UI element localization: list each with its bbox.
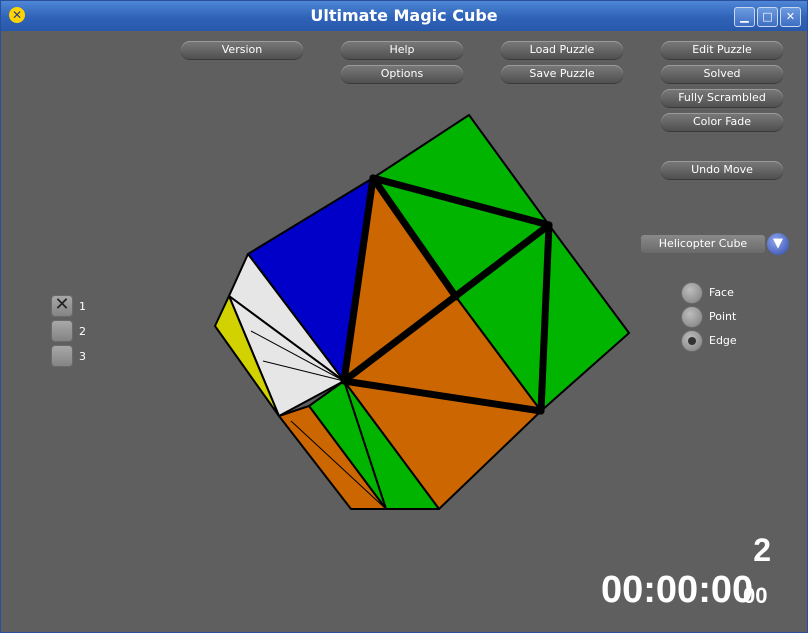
options-button[interactable]: Options (341, 65, 463, 83)
color-fade-button[interactable]: Color Fade (661, 113, 783, 131)
timer-hundredths: 00 (743, 583, 768, 608)
radio-point[interactable] (681, 306, 703, 328)
dropdown-arrow-icon[interactable]: ▼ (767, 233, 789, 255)
app-window: ✕ Ultimate Magic Cube ▁ □ ✕ Version Help… (0, 0, 808, 633)
help-button[interactable]: Help (341, 41, 463, 59)
layer-3-checkbox[interactable] (51, 345, 73, 367)
radio-edge-label: Edge (709, 334, 737, 347)
layer-2-checkbox[interactable] (51, 320, 73, 342)
load-puzzle-button[interactable]: Load Puzzle (501, 41, 623, 59)
puzzle-facet (540, 224, 630, 412)
radio-point-label: Point (709, 310, 737, 323)
check-mark-icon: ✕ (54, 294, 70, 315)
solved-button[interactable]: Solved (661, 65, 783, 83)
move-count: 2 (753, 532, 771, 568)
version-button[interactable]: Version (181, 41, 303, 59)
edit-puzzle-button[interactable]: Edit Puzzle (661, 41, 783, 59)
undo-move-button[interactable]: Undo Move (661, 161, 783, 179)
layer-1-checkbox[interactable]: ✕ (51, 294, 73, 317)
radio-edge[interactable] (681, 330, 703, 352)
fully-scrambled-button[interactable]: Fully Scrambled (661, 89, 783, 107)
layer-3-label: 3 (79, 350, 86, 363)
layer-1-label: 1 (79, 300, 86, 313)
puzzle-select[interactable]: Helicopter Cube (641, 235, 765, 253)
timer: 00:00:00 (601, 569, 754, 611)
radio-face-label: Face (709, 286, 734, 299)
save-puzzle-button[interactable]: Save Puzzle (501, 65, 623, 83)
radio-selected-dot (688, 337, 696, 345)
radio-face[interactable] (681, 282, 703, 304)
layer-2-label: 2 (79, 325, 86, 338)
